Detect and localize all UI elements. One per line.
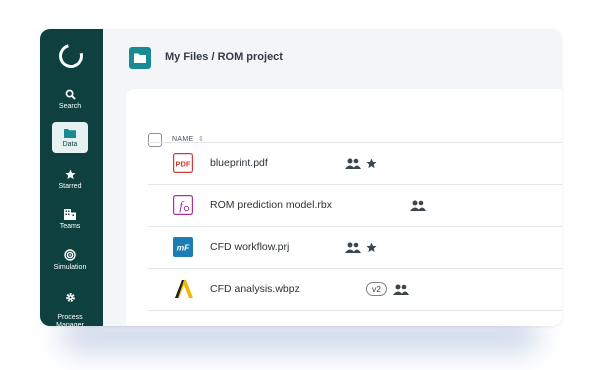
star-icon bbox=[64, 169, 76, 180]
breadcrumb[interactable]: My Files / ROM project bbox=[165, 51, 283, 63]
sidebar-item-label: Simulation bbox=[53, 264, 87, 271]
sidebar: Search Data Starred Teams Simulation Pro… bbox=[40, 29, 103, 326]
main-content: My Files / ROM project NAME ⇕ PDF bluepr… bbox=[103, 29, 562, 326]
shared-users-icon[interactable] bbox=[345, 242, 361, 253]
sidebar-item-label: Search bbox=[58, 103, 82, 110]
ansys-file-icon bbox=[175, 280, 193, 298]
row-divider bbox=[148, 310, 562, 312]
svg-text:mF: mF bbox=[177, 243, 191, 253]
file-meta: v2 bbox=[366, 282, 414, 296]
table-header: NAME ⇕ bbox=[126, 109, 562, 147]
table-row[interactable]: mF CFD workflow.prj bbox=[148, 226, 562, 269]
sidebar-item-starred[interactable]: Starred bbox=[52, 169, 88, 191]
app-window: Search Data Starred Teams Simulation Pro… bbox=[40, 29, 562, 326]
folder-icon bbox=[64, 129, 76, 138]
file-name[interactable]: ROM prediction model.rbx bbox=[210, 199, 332, 211]
rbx-file-icon: f bbox=[173, 195, 193, 215]
sidebar-item-teams[interactable]: Teams bbox=[52, 209, 88, 231]
sidebar-item-label: Teams bbox=[59, 223, 81, 230]
starred-icon[interactable] bbox=[366, 241, 377, 253]
table-row[interactable]: f ROM prediction model.rbx bbox=[148, 184, 562, 227]
file-list-panel: NAME ⇕ PDF blueprint.pdf f ROM predictio… bbox=[126, 89, 562, 326]
sidebar-item-label: Data bbox=[62, 141, 78, 148]
shared-users-icon[interactable] bbox=[392, 284, 409, 295]
sidebar-item-simulation[interactable]: Simulation bbox=[52, 249, 88, 272]
folder-icon bbox=[129, 47, 151, 69]
pdf-file-icon: PDF bbox=[173, 153, 193, 173]
file-meta bbox=[345, 240, 382, 254]
table-row[interactable]: PDF blueprint.pdf bbox=[148, 142, 562, 185]
sidebar-item-data[interactable]: Data bbox=[52, 122, 88, 153]
header: My Files / ROM project bbox=[103, 29, 562, 85]
sidebar-item-search[interactable]: Search bbox=[52, 89, 88, 111]
table-row[interactable]: CFD analysis.wbpz v2 bbox=[148, 268, 562, 311]
sidebar-item-label: Starred bbox=[58, 183, 82, 190]
file-meta bbox=[410, 198, 431, 212]
sidebar-item-label: Process Manager bbox=[56, 314, 84, 326]
shared-users-icon[interactable] bbox=[410, 200, 426, 211]
file-name[interactable]: blueprint.pdf bbox=[210, 157, 268, 169]
starred-icon[interactable] bbox=[366, 157, 377, 169]
gear-icon bbox=[65, 293, 75, 302]
svg-text:PDF: PDF bbox=[176, 160, 191, 169]
app-logo bbox=[54, 39, 88, 73]
sidebar-item-process-manager[interactable]: Process Manager bbox=[46, 284, 94, 326]
file-name[interactable]: CFD analysis.wbpz bbox=[210, 283, 300, 295]
version-badge[interactable]: v2 bbox=[366, 282, 387, 296]
search-icon bbox=[65, 89, 76, 100]
file-name[interactable]: CFD workflow.prj bbox=[210, 241, 289, 253]
simulation-icon bbox=[64, 249, 76, 261]
modelfrontier-file-icon: mF bbox=[173, 237, 193, 257]
file-meta bbox=[345, 156, 382, 170]
shared-users-icon[interactable] bbox=[345, 158, 361, 169]
building-icon bbox=[64, 209, 76, 220]
